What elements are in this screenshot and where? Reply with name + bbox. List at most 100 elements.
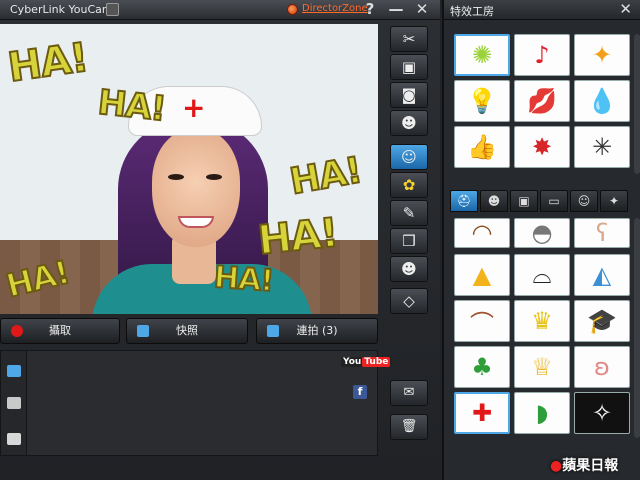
red-cross-icon: + — [182, 91, 206, 124]
email-button[interactable]: ✉ — [390, 380, 428, 406]
hat-thumb-nurse[interactable]: ✚ — [454, 392, 510, 434]
hat-thumb-tiara[interactable]: ♕ — [514, 346, 570, 388]
effects-scrollbar-top[interactable] — [634, 34, 640, 174]
window-tab-icon: ▭ — [548, 194, 560, 208]
help-button[interactable]: ? — [362, 0, 378, 18]
draw-button[interactable]: ✎ — [390, 200, 428, 226]
hat-thumb-graduation[interactable]: 🎓 — [574, 300, 630, 342]
frame-button[interactable]: ▣ — [390, 54, 428, 80]
hat-thumb-jester[interactable]: ♣ — [454, 346, 510, 388]
face-swap-button[interactable]: ☻ — [390, 256, 428, 282]
particle-effect-button[interactable]: ✿ — [390, 172, 428, 198]
person-view-icon[interactable] — [7, 365, 21, 377]
music-note-icon: ♪ — [534, 41, 550, 69]
director-zone-icon[interactable] — [287, 4, 298, 15]
left-eye — [168, 174, 184, 180]
effect-thumb-drops[interactable]: 💧 — [574, 80, 630, 122]
hat-thumb-cowboy[interactable]: ⌒ — [454, 300, 510, 342]
desktop: CyberLink YouCam DirectorZone ? — ✕ + HA… — [0, 0, 640, 480]
effect-thumb-confetti[interactable]: ✺ — [454, 34, 510, 76]
avatar-icon: ☺ — [401, 148, 417, 166]
tab-frames[interactable]: ▣ — [510, 190, 538, 212]
tab-windows[interactable]: ▭ — [540, 190, 568, 212]
hat-thumb-helmet[interactable]: ◓ — [514, 218, 570, 248]
effect-thumb-burst[interactable]: ✳ — [574, 126, 630, 168]
hat-thumb-party[interactable]: ▲ — [454, 254, 510, 296]
apple-logo-icon: ● — [550, 458, 563, 474]
ha-overlay-2: HA! — [95, 82, 168, 131]
camera-preview[interactable]: + HA! HA! HA! HA! HA! HA! — [0, 24, 378, 314]
tools-icon: ✂ — [402, 30, 416, 48]
effect-thumb-lips[interactable]: 💋 — [514, 80, 570, 122]
graduation-cap-icon: 🎓 — [587, 307, 617, 335]
police-cap-icon: ⌓ — [532, 261, 552, 289]
tiara-icon: ♕ — [531, 353, 553, 381]
ha-overlay-1: HA! — [4, 34, 91, 93]
effect-thumb-music[interactable]: ♪ — [514, 34, 570, 76]
single-view-icon[interactable] — [7, 397, 21, 409]
apple-daily-watermark: ●蘋果日報 — [550, 455, 618, 475]
hat-thumb-mouse[interactable]: ʚ — [574, 346, 630, 388]
close-button[interactable]: ✕ — [414, 0, 430, 18]
speed-lines-icon: ✳ — [591, 133, 613, 161]
hair-wig-icon: ◠ — [471, 219, 493, 247]
snapshot-button[interactable]: 快照 — [126, 318, 248, 344]
frame-tab-icon: ▣ — [518, 194, 530, 208]
thumbs-up-icon: 👍 — [467, 133, 497, 161]
hat-thumb-crown[interactable]: ♛ — [514, 300, 570, 342]
director-zone-link[interactable]: DirectorZone — [302, 3, 368, 14]
youtube-upload-button[interactable]: You Tube — [341, 357, 393, 367]
film-view-icon[interactable] — [7, 433, 21, 445]
tab-hats[interactable]: ⛑ — [450, 190, 478, 212]
lips-icon: 💋 — [527, 87, 557, 115]
effects-scrollbar-bottom[interactable] — [634, 218, 640, 438]
tab-magic[interactable]: ✦ — [600, 190, 628, 212]
animal-ears-icon: ʕ — [595, 219, 609, 247]
effects-close-button[interactable]: ✕ — [619, 0, 632, 18]
ha-overlay-4: HA! — [255, 209, 341, 265]
hat-thumb-blue-cone[interactable]: ◭ — [574, 254, 630, 296]
effect-thumb-stars[interactable]: ✦ — [574, 34, 630, 76]
hat-thumb-police[interactable]: ⌓ — [514, 254, 570, 296]
minimize-button[interactable]: — — [388, 0, 404, 18]
mini-mode-button[interactable] — [106, 3, 119, 16]
flower-icon: ✿ — [402, 176, 416, 194]
tab-faces[interactable]: ☻ — [480, 190, 508, 212]
nurse-cap-icon: ✚ — [471, 399, 493, 427]
trash-icon: 🗑 — [400, 419, 418, 434]
hat-thumb-watermelon[interactable]: ◗ — [514, 392, 570, 434]
media-gallery: You Tube f — [0, 350, 393, 456]
person-face — [152, 129, 240, 247]
effects-title-bar: 特效工房 ✕ — [444, 0, 640, 20]
stamp-icon: ❒ — [402, 232, 416, 250]
hat-thumb-hair[interactable]: ◠ — [454, 218, 510, 248]
camera-icon: ◙ — [401, 86, 417, 104]
hat-thumb-sparkles[interactable]: ✧ — [574, 392, 630, 434]
burst-button[interactable]: 連拍 (3) — [256, 318, 378, 344]
effect-thumb-punch[interactable]: ✸ — [514, 126, 570, 168]
stamp-button[interactable]: ❒ — [390, 228, 428, 254]
eraser-button[interactable]: ◇ — [390, 288, 428, 314]
emoticon-tab-icon: ☺ — [577, 194, 591, 208]
snapshot-label: 快照 — [176, 324, 198, 337]
camera-settings-button[interactable]: ◙ — [390, 82, 428, 108]
face-plus-button[interactable]: ☻ — [390, 110, 428, 136]
punch-burst-icon: ✸ — [531, 133, 553, 161]
tools-button[interactable]: ✂ — [390, 26, 428, 52]
jester-hat-icon: ♣ — [471, 353, 493, 381]
ha-overlay-5: HA! — [212, 259, 275, 300]
avatar-effect-button[interactable]: ☺ — [390, 144, 428, 170]
facebook-upload-button[interactable]: f — [353, 385, 367, 399]
effect-thumb-thumbsup[interactable]: 👍 — [454, 126, 510, 168]
cone-hat-icon: ◭ — [592, 261, 612, 289]
delete-button[interactable]: 🗑 — [390, 414, 428, 440]
effects-panel: 特效工房 ✕ ✺ ♪ ✦ 💡 💋 💧 👍 ✸ ✳ ⛑ ☻ ▣ ▭ ☺ ✦ ◠ ◓… — [442, 0, 640, 480]
youtube-tube-label: Tube — [362, 357, 391, 367]
record-button[interactable]: 攝取 — [0, 318, 120, 344]
title-bar: CyberLink YouCam DirectorZone ? — ✕ — [0, 0, 440, 20]
effect-thumb-bulb[interactable]: 💡 — [454, 80, 510, 122]
sparkles-icon: ✧ — [591, 399, 613, 427]
helmet-icon: ◓ — [531, 219, 553, 247]
hat-thumb-animal[interactable]: ʕ — [574, 218, 630, 248]
tab-emoticons[interactable]: ☺ — [570, 190, 598, 212]
